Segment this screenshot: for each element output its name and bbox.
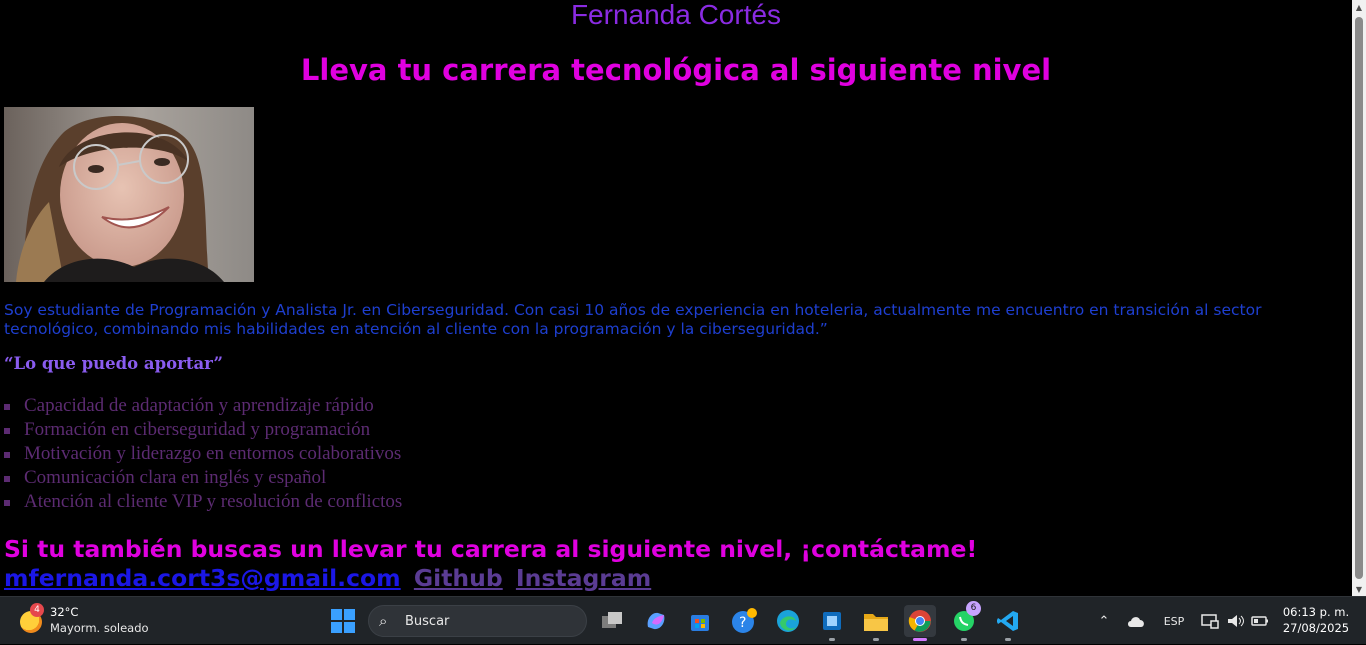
skill-text: Capacidad de adaptación y aprendizaje rá… bbox=[24, 395, 374, 416]
skill-text: Motivación y liderazgo en entornos colab… bbox=[24, 443, 402, 464]
whatsapp-icon[interactable]: 6 bbox=[948, 601, 981, 641]
svg-text:?: ? bbox=[739, 615, 746, 631]
instagram-link[interactable]: Instagram bbox=[516, 564, 651, 592]
email-link[interactable]: mfernanda.cort3s@gmail.com bbox=[4, 564, 401, 592]
task-view-icon[interactable] bbox=[596, 605, 628, 637]
battery-icon[interactable] bbox=[1250, 597, 1270, 645]
weather-temperature: 32°C bbox=[50, 605, 79, 619]
portfolio-page: Fernanda Cortés Lleva tu carrera tecnoló… bbox=[0, 0, 1352, 596]
start-icon[interactable] bbox=[327, 605, 359, 637]
contribution-heading: “Lo que puedo aportar” bbox=[4, 354, 223, 373]
chevron-up-icon[interactable]: ⌃ bbox=[1094, 597, 1114, 645]
search-placeholder: Buscar bbox=[405, 614, 450, 629]
scroll-down-arrow-icon[interactable]: ▼ bbox=[1352, 582, 1366, 596]
weather-badge: 4 bbox=[30, 603, 44, 617]
weather-description: Mayorm. soleado bbox=[50, 621, 149, 635]
bullet-icon bbox=[4, 404, 10, 410]
skills-list: Capacidad de adaptación y aprendizaje rá… bbox=[4, 394, 402, 514]
page-tagline-heading: Lleva tu carrera tecnológica al siguient… bbox=[300, 53, 1052, 87]
store-icon[interactable] bbox=[684, 605, 716, 637]
windows-taskbar: 4 32°C Mayorm. soleado ⌕ Buscar ? 6 ⌃ ES… bbox=[0, 596, 1366, 644]
chrome-icon[interactable] bbox=[904, 605, 936, 641]
file-explorer-icon[interactable] bbox=[860, 605, 892, 641]
page-name-heading: Fernanda Cortés bbox=[570, 0, 782, 30]
list-item: Comunicación clara en inglés y español bbox=[4, 466, 402, 490]
whatsapp-badge: 6 bbox=[966, 601, 981, 616]
scroll-up-arrow-icon[interactable]: ▲ bbox=[1352, 0, 1366, 14]
taskbar-clock[interactable]: 06:13 p. m. 27/08/2025 bbox=[1276, 604, 1356, 636]
search-icon: ⌕ bbox=[379, 612, 388, 630]
list-item: Atención al cliente VIP y resolución de … bbox=[4, 490, 402, 514]
vertical-scrollbar[interactable]: ▲ ▼ bbox=[1352, 0, 1366, 596]
copilot-icon[interactable] bbox=[640, 605, 672, 637]
bullet-icon bbox=[4, 452, 10, 458]
list-item: Formación en ciberseguridad y programaci… bbox=[4, 418, 402, 442]
vscode-icon[interactable] bbox=[992, 605, 1024, 641]
contact-links: mfernanda.cort3s@gmail.com Github Instag… bbox=[4, 563, 656, 593]
list-item: Capacidad de adaptación y aprendizaje rá… bbox=[4, 394, 402, 418]
bullet-icon bbox=[4, 500, 10, 506]
clock-time: 06:13 p. m. bbox=[1282, 605, 1350, 619]
skill-text: Atención al cliente VIP y resolución de … bbox=[24, 491, 403, 512]
edge-icon[interactable] bbox=[772, 605, 804, 637]
weather-widget[interactable]: 4 32°C Mayorm. soleado bbox=[18, 603, 168, 639]
volume-icon[interactable] bbox=[1225, 597, 1247, 645]
profile-photo bbox=[4, 107, 254, 282]
bullet-icon bbox=[4, 476, 10, 482]
github-link[interactable]: Github bbox=[414, 564, 503, 592]
skill-text: Comunicación clara en inglés y español bbox=[24, 467, 327, 488]
contact-cta: Si tu también buscas un llevar tu carrer… bbox=[4, 535, 978, 563]
app-icon[interactable] bbox=[816, 605, 848, 641]
scrollbar-thumb[interactable] bbox=[1355, 17, 1363, 579]
bullet-icon bbox=[4, 428, 10, 434]
skill-text: Formación en ciberseguridad y programaci… bbox=[24, 419, 371, 440]
list-item: Motivación y liderazgo en entornos colab… bbox=[4, 442, 402, 466]
network-icon[interactable] bbox=[1200, 597, 1220, 645]
clock-date: 27/08/2025 bbox=[1282, 621, 1350, 635]
language-indicator[interactable]: ESP bbox=[1158, 597, 1190, 645]
bio-paragraph: Soy estudiante de Programación y Analist… bbox=[4, 301, 1262, 338]
help-icon[interactable]: ? bbox=[728, 605, 760, 637]
onedrive-cloud-icon[interactable] bbox=[1124, 597, 1148, 645]
taskbar-search-box[interactable]: ⌕ Buscar bbox=[368, 605, 587, 637]
